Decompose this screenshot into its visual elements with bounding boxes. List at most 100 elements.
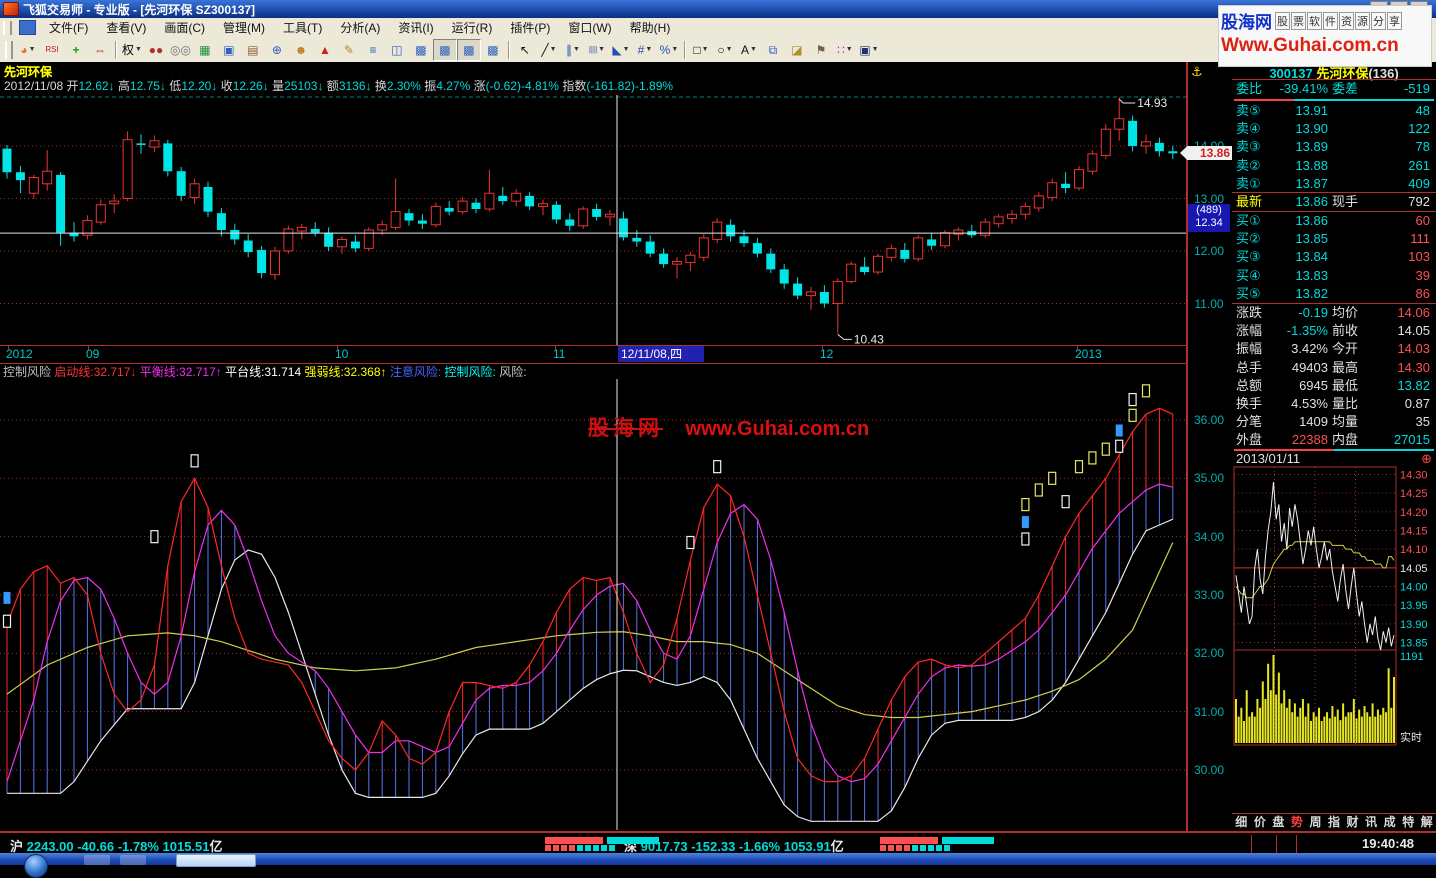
sell-row: 卖② 13.88 261	[1236, 157, 1430, 173]
indicator-axis-label: 33.00	[1193, 587, 1225, 602]
window-title: 飞狐交易师 - 专业版 - [先河环保 SZ300137]	[23, 2, 256, 17]
menu-run[interactable]: 运行(R)	[443, 17, 502, 38]
crosshair-price: 12.34	[1195, 217, 1223, 229]
quote-tab-价[interactable]: 价	[1251, 814, 1270, 831]
pages-icon[interactable]: ▣	[216, 38, 241, 61]
user-alert-icon[interactable]: ☻	[288, 38, 313, 61]
toolbar-separator	[115, 40, 117, 59]
copy-icon[interactable]: ⧉	[760, 38, 785, 61]
svg-text:实时: 实时	[1400, 730, 1422, 744]
channel-tool-icon[interactable]: ∥ ▼	[560, 38, 585, 61]
menu-plugins[interactable]: 插件(P)	[501, 17, 559, 38]
quote-info-row: 外盘 22388 内盘 27015	[1236, 432, 1430, 448]
menu-window[interactable]: 窗口(W)	[559, 17, 620, 38]
rsi-icon[interactable]: RSI	[40, 38, 64, 61]
quote-info-row: 换手 4.53% 量比 0.87	[1236, 396, 1430, 411]
quote-panel: 300137 先河环保(136) 委比 -39.41% 委差 -519 卖⑤ 13.91 48…	[1232, 62, 1436, 831]
save-icon[interactable]: ▣ ▼	[856, 38, 881, 61]
menu-info[interactable]: 资讯(I)	[389, 17, 442, 38]
quote-tab-解[interactable]: 解	[1417, 814, 1436, 831]
menu-tools[interactable]: 工具(T)	[274, 17, 331, 38]
quote-tab-成[interactable]: 成	[1380, 814, 1399, 831]
anchor-icon[interactable]: ⚓	[1191, 64, 1203, 80]
svg-text:14.25: 14.25	[1400, 488, 1428, 500]
indicator-axis-label: 31.00	[1193, 704, 1225, 719]
list-view-icon[interactable]: ≡	[360, 38, 385, 61]
svg-text:13.85: 13.85	[1400, 638, 1428, 650]
start-button[interactable]	[24, 854, 48, 878]
palette-icon[interactable]: ∷ ▼	[832, 38, 857, 61]
menu-view[interactable]: 查看(V)	[97, 17, 155, 38]
price-axis: ⚓ 14.0013.0012.0011.0013.86(489)12.3436.…	[1180, 62, 1236, 831]
crosshair-price-tag: (489) 12.34	[1188, 204, 1230, 232]
brush-icon[interactable]: ✎	[336, 38, 361, 61]
candlestick-chart[interactable]: 14.93 10.43	[0, 95, 1186, 345]
toolbar-grip	[5, 40, 13, 59]
layout-4-icon[interactable]: ▩	[480, 38, 505, 61]
report-icon[interactable]: ◕ ▼	[16, 38, 40, 61]
calculator-icon[interactable]: ▦	[192, 38, 217, 61]
menu-help[interactable]: 帮助(H)	[621, 17, 680, 38]
alarm-bell-icon[interactable]: ▲	[312, 38, 337, 61]
taskbar-icon-2[interactable]	[120, 855, 146, 865]
guhai-watermark-center: 股海网 www.Guhai.com.cn	[588, 412, 869, 442]
quote-tab-细[interactable]: 细	[1232, 814, 1251, 831]
traffic-lights-icon[interactable]: ●●	[144, 38, 168, 61]
quote-tab-指[interactable]: 指	[1325, 814, 1344, 831]
percent-lines-tool-icon[interactable]: % ▼	[656, 38, 681, 61]
latest-row: 最新 13.86 现手 792	[1236, 194, 1430, 209]
chart-window-icon	[19, 20, 36, 35]
toolbar-separator	[507, 40, 510, 59]
pointer-tool-icon[interactable]: ↖	[512, 38, 537, 61]
search-doc-icon[interactable]: ⊕	[264, 38, 289, 61]
flag-tool-icon[interactable]: ⚑	[808, 38, 833, 61]
quote-tab-势[interactable]: 势	[1288, 814, 1307, 831]
crosshair-date-label: 12/11/08,四	[618, 346, 704, 362]
quote-tab-特[interactable]: 特	[1399, 814, 1418, 831]
quote-tab-盘[interactable]: 盘	[1269, 814, 1288, 831]
gann-grid-tool-icon[interactable]: # ▼	[632, 38, 657, 61]
buy-row: 买④ 13.83 39	[1236, 267, 1430, 283]
eraser-icon[interactable]: ◪	[784, 38, 809, 61]
buy-row: 买③ 13.84 103	[1236, 249, 1430, 265]
guhai-slogan: 股票软件资源分享	[1275, 11, 1402, 30]
dropdown-arrow-icon: ▼	[645, 45, 653, 53]
text-tool-icon[interactable]: A ▼	[736, 38, 761, 61]
quote-tab-周[interactable]: 周	[1306, 814, 1325, 831]
binoculars-icon[interactable]: ◎◎	[168, 38, 193, 61]
menu-manage[interactable]: 管理(M)	[214, 17, 274, 38]
layout-1-icon[interactable]: ▩	[408, 38, 433, 61]
menu-screen[interactable]: 画面(C)	[155, 17, 214, 38]
taskbar	[0, 853, 1436, 878]
indicator-value-label: 控制风险	[3, 365, 52, 379]
sz-gauge	[880, 837, 1010, 851]
add-indicator-icon[interactable]: +	[64, 38, 88, 61]
ellipse-tool-icon[interactable]: ○ ▼	[712, 38, 737, 61]
switch-arrows-icon[interactable]: ⇔	[88, 38, 112, 61]
split-view-icon[interactable]: ◫	[384, 38, 409, 61]
quote-tab-strip: 细价盘势周指财讯成特解	[1232, 813, 1436, 831]
quote-tab-财[interactable]: 财	[1343, 814, 1362, 831]
fan-lines-tool-icon[interactable]: ◣ ▼	[608, 38, 633, 61]
taskbar-icon-1[interactable]	[84, 855, 110, 865]
rectangle-tool-icon[interactable]: □ ▼	[688, 38, 713, 61]
indicator-axis-label: 32.00	[1193, 646, 1225, 661]
taskbar-active-app[interactable]	[176, 854, 256, 867]
quote-tab-讯[interactable]: 讯	[1362, 814, 1381, 831]
book-icon[interactable]: ▤	[240, 38, 265, 61]
dropdown-arrow-icon: ▼	[135, 45, 142, 53]
bar-date: 2012/11/08	[4, 79, 67, 93]
intraday-mini-chart[interactable]: 14.30 14.25 14.20 14.15 14.10 14.05 14.00 13.95…	[1232, 460, 1436, 812]
menu-file[interactable]: 文件(F)	[40, 17, 97, 38]
menu-analysis[interactable]: 分析(A)	[331, 17, 389, 38]
layout-2-icon[interactable]: ▩	[432, 38, 457, 61]
layout-3-icon[interactable]: ▩	[456, 38, 481, 61]
guhai-watermark-url: www.Guhai.com.cn	[685, 418, 870, 440]
dropdown-arrow-icon: ▼	[622, 45, 630, 53]
dropdown-arrow-icon: ▼	[671, 45, 679, 53]
weibi-row: 委比 -39.41% 委差 -519	[1236, 81, 1430, 96]
trendline-tool-icon[interactable]: ╱ ▼	[536, 38, 561, 61]
rights-adjust-button[interactable]: 权 ▼	[120, 38, 144, 61]
vertical-lines-tool-icon[interactable]: |||| ▼	[584, 38, 609, 61]
risk-indicator-chart[interactable]	[0, 379, 1186, 830]
